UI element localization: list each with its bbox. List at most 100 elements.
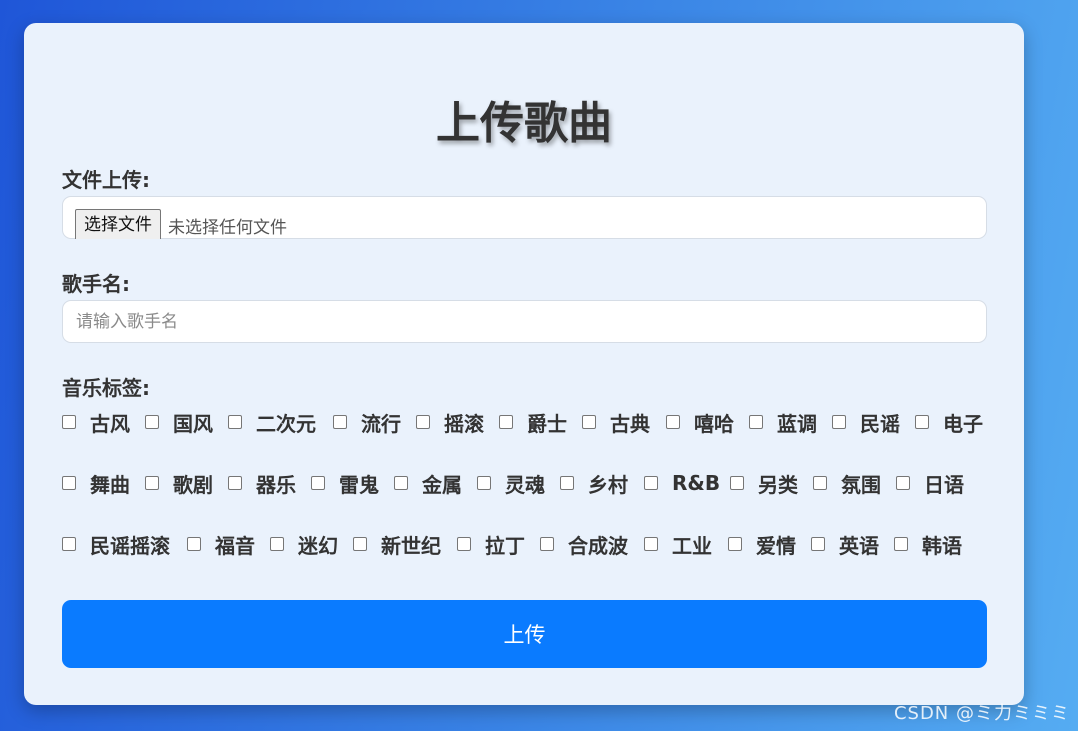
- tag-option[interactable]: 民谣摇滚: [62, 527, 170, 561]
- tag-checkbox[interactable]: [270, 537, 284, 551]
- tag-option[interactable]: 器乐: [228, 466, 296, 500]
- tag-label: R&B: [672, 471, 721, 495]
- file-status-text: 未选择任何文件: [168, 218, 287, 238]
- tag-option[interactable]: 流行: [333, 405, 401, 439]
- tag-label: 舞曲: [90, 472, 130, 497]
- tag-option[interactable]: 拉丁: [457, 527, 525, 561]
- tag-option[interactable]: 新世纪: [353, 527, 441, 561]
- tag-option[interactable]: 乡村: [560, 466, 628, 500]
- tag-option[interactable]: 电子: [915, 405, 983, 439]
- tag-checkbox[interactable]: [228, 415, 242, 429]
- tag-option[interactable]: 二次元: [228, 405, 316, 439]
- tag-checkbox[interactable]: [666, 415, 680, 429]
- tag-label: 灵魂: [505, 472, 545, 497]
- tag-option[interactable]: R&B: [644, 466, 720, 500]
- tag-option[interactable]: 嘻哈: [666, 405, 734, 439]
- tag-checkbox[interactable]: [728, 537, 742, 551]
- choose-file-button[interactable]: 选择文件: [75, 209, 161, 239]
- tag-label: 蓝调: [777, 411, 817, 436]
- tag-checkbox[interactable]: [832, 415, 846, 429]
- tag-option[interactable]: 英语: [811, 527, 879, 561]
- tag-checkbox[interactable]: [353, 537, 367, 551]
- tag-label: 流行: [361, 411, 401, 436]
- tag-checkbox[interactable]: [813, 476, 827, 490]
- tag-checkbox[interactable]: [62, 476, 76, 490]
- tag-option[interactable]: 舞曲: [62, 466, 130, 500]
- tag-option[interactable]: 工业: [644, 527, 712, 561]
- tag-option[interactable]: 另类: [730, 466, 798, 500]
- tag-checkbox[interactable]: [560, 476, 574, 490]
- tag-option[interactable]: 韩语: [894, 527, 962, 561]
- singer-name-box: [62, 300, 987, 343]
- tag-label: 乡村: [588, 472, 628, 497]
- tag-label: 摇滚: [444, 411, 484, 436]
- tag-checkbox[interactable]: [416, 415, 430, 429]
- tag-checkbox[interactable]: [187, 537, 201, 551]
- tag-label: 器乐: [256, 472, 296, 497]
- file-upload-field[interactable]: 选择文件 未选择任何文件: [62, 196, 987, 239]
- upload-card: 上传歌曲 文件上传: 选择文件 未选择任何文件 歌手名: 音乐标签: 古风 国风…: [24, 23, 1024, 705]
- tag-label: 歌剧: [173, 472, 213, 497]
- tag-option[interactable]: 日语: [896, 466, 964, 500]
- tag-option[interactable]: 古风: [62, 405, 130, 439]
- tag-option[interactable]: 歌剧: [145, 466, 213, 500]
- tag-option[interactable]: 氛围: [813, 466, 881, 500]
- tag-label: 韩语: [922, 533, 962, 558]
- tag-label: 嘻哈: [694, 411, 734, 436]
- tag-option[interactable]: 爵士: [499, 405, 567, 439]
- tag-option[interactable]: 摇滚: [416, 405, 484, 439]
- tag-checkbox[interactable]: [145, 476, 159, 490]
- tag-label: 另类: [758, 472, 798, 497]
- tag-checkbox[interactable]: [811, 537, 825, 551]
- tag-label: 英语: [839, 533, 879, 558]
- tag-label: 金属: [422, 472, 462, 497]
- tag-checkbox[interactable]: [499, 415, 513, 429]
- watermark: CSDN @ミ力ミミミ: [893, 703, 1070, 724]
- tag-checkbox[interactable]: [62, 537, 76, 551]
- tag-option[interactable]: 金属: [394, 466, 462, 500]
- tag-checkbox[interactable]: [749, 415, 763, 429]
- tag-checkbox[interactable]: [730, 476, 744, 490]
- tag-checkbox[interactable]: [457, 537, 471, 551]
- tag-checkbox[interactable]: [228, 476, 242, 490]
- tag-checkbox[interactable]: [644, 476, 658, 490]
- file-upload-label: 文件上传:: [62, 168, 150, 192]
- tag-option[interactable]: 福音: [187, 527, 255, 561]
- singer-name-input[interactable]: [63, 301, 986, 342]
- tag-label: 民谣: [860, 411, 900, 436]
- tag-checkbox[interactable]: [62, 415, 76, 429]
- tag-label: 电子: [943, 411, 983, 436]
- tag-label: 雷鬼: [339, 472, 379, 497]
- tag-label: 古风: [90, 411, 130, 436]
- tag-label: 氛围: [841, 472, 881, 497]
- tag-checkbox[interactable]: [540, 537, 554, 551]
- tag-checkbox[interactable]: [896, 476, 910, 490]
- tag-checkbox[interactable]: [145, 415, 159, 429]
- tag-option[interactable]: 古典: [582, 405, 650, 439]
- tag-option[interactable]: 国风: [145, 405, 213, 439]
- tag-checkbox[interactable]: [394, 476, 408, 490]
- tag-label: 爱情: [756, 533, 796, 558]
- tag-label: 福音: [215, 533, 255, 558]
- tag-option[interactable]: 民谣: [832, 405, 900, 439]
- tag-option[interactable]: 迷幻: [270, 527, 338, 561]
- tag-checkbox[interactable]: [311, 476, 325, 490]
- tag-option[interactable]: 蓝调: [749, 405, 817, 439]
- upload-button[interactable]: 上传: [62, 600, 987, 668]
- tag-label: 古典: [610, 411, 650, 436]
- tag-label: 民谣摇滚: [90, 533, 170, 558]
- tag-checkbox[interactable]: [915, 415, 929, 429]
- tag-label: 爵士: [527, 411, 567, 436]
- tag-option[interactable]: 合成波: [540, 527, 628, 561]
- page-title: 上传歌曲: [436, 98, 612, 149]
- tag-option[interactable]: 爱情: [728, 527, 796, 561]
- tag-checkbox[interactable]: [582, 415, 596, 429]
- tag-option[interactable]: 雷鬼: [311, 466, 379, 500]
- tag-checkbox[interactable]: [894, 537, 908, 551]
- tag-option[interactable]: 灵魂: [477, 466, 545, 500]
- tag-checkbox[interactable]: [644, 537, 658, 551]
- tag-checkbox[interactable]: [333, 415, 347, 429]
- tag-checkbox[interactable]: [477, 476, 491, 490]
- tag-label: 日语: [924, 472, 964, 497]
- tag-label: 国风: [173, 411, 213, 436]
